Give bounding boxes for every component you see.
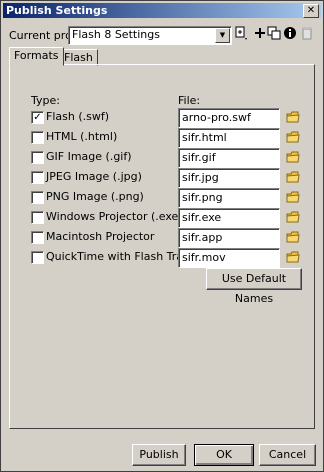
png-file-value: sifr.png (182, 191, 223, 204)
duplicate-profile-icon[interactable] (266, 25, 282, 43)
format-row-html: HTML (.html) sifr.html (1, 128, 324, 148)
profile-info-icon[interactable] (282, 25, 298, 43)
flash-file-input[interactable]: arno-pro.swf (178, 108, 280, 128)
folder-icon[interactable] (286, 170, 300, 184)
gif-file-value: sifr.gif (182, 151, 216, 164)
file-header: File: (178, 94, 201, 107)
gif-checkbox[interactable] (31, 151, 44, 164)
folder-icon[interactable] (286, 150, 300, 164)
windows-projector-label[interactable]: Windows Projector (.exe) (46, 210, 183, 224)
html-checkbox[interactable] (31, 131, 44, 144)
format-row-windows-projector: Windows Projector (.exe) sifr.exe (1, 208, 324, 228)
jpeg-label[interactable]: JPEG Image (.jpg) (46, 170, 142, 184)
mac-projector-label[interactable]: Macintosh Projector (46, 230, 154, 244)
folder-icon[interactable] (286, 250, 300, 264)
format-row-gif: GIF Image (.gif) sifr.gif (1, 148, 324, 168)
delete-profile-icon[interactable] (299, 25, 315, 43)
folder-icon[interactable] (286, 110, 300, 124)
png-file-input[interactable]: sifr.png (178, 188, 280, 208)
type-header: Type: (31, 94, 60, 107)
format-row-png: PNG Image (.png) sifr.png (1, 188, 324, 208)
html-label[interactable]: HTML (.html) (46, 130, 117, 144)
tab-formats[interactable]: Formats (9, 47, 64, 66)
publish-settings-dialog: Publish Settings ✕ Current profile: Flas… (0, 0, 324, 472)
publish-button[interactable]: Publish (132, 444, 186, 466)
mac-projector-file-input[interactable]: sifr.app (178, 228, 280, 248)
mac-projector-file-value: sifr.app (182, 231, 223, 244)
gif-file-input[interactable]: sifr.gif (178, 148, 280, 168)
chevron-down-icon[interactable]: ▼ (215, 28, 230, 43)
format-row-jpeg: JPEG Image (.jpg) sifr.jpg (1, 168, 324, 188)
format-row-quicktime: QuickTime with Flash Track (.mov) sifr.mo… (1, 248, 324, 268)
current-profile-value: Flash 8 Settings (72, 28, 160, 41)
flash-label[interactable]: Flash (.swf) (46, 110, 109, 124)
format-row-mac-projector: Macintosh Projector sifr.app (1, 228, 324, 248)
format-row-flash: ✓ Flash (.swf) arno-pro.swf (1, 108, 324, 128)
gif-label[interactable]: GIF Image (.gif) (46, 150, 132, 164)
html-file-input[interactable]: sifr.html (178, 128, 280, 148)
flash-file-value: arno-pro.swf (182, 111, 251, 124)
current-profile-select[interactable]: Flash 8 Settings ▼ (68, 26, 232, 45)
png-label[interactable]: PNG Image (.png) (46, 190, 144, 204)
use-default-names-button[interactable]: Use Default Names (206, 268, 302, 305)
quicktime-file-value: sifr.mov (182, 251, 226, 264)
cancel-button[interactable]: Cancel (259, 444, 316, 466)
title-bar[interactable]: Publish Settings ✕ (3, 3, 321, 18)
jpeg-file-input[interactable]: sifr.jpg (178, 168, 280, 188)
flash-checkbox[interactable]: ✓ (31, 111, 44, 124)
windows-projector-file-value: sifr.exe (182, 211, 222, 224)
jpeg-checkbox[interactable] (31, 171, 44, 184)
quicktime-checkbox[interactable] (31, 251, 44, 264)
window-title: Publish Settings (6, 4, 108, 17)
windows-projector-file-input[interactable]: sifr.exe (178, 208, 280, 228)
quicktime-file-input[interactable]: sifr.mov (178, 248, 280, 268)
folder-icon[interactable] (286, 210, 300, 224)
ok-button[interactable]: OK (194, 444, 254, 466)
folder-icon[interactable] (286, 230, 300, 244)
jpeg-file-value: sifr.jpg (182, 171, 219, 184)
folder-icon[interactable] (286, 190, 300, 204)
close-button[interactable]: ✕ (303, 4, 319, 18)
mac-projector-checkbox[interactable] (31, 231, 44, 244)
png-checkbox[interactable] (31, 191, 44, 204)
html-file-value: sifr.html (182, 131, 227, 144)
folder-icon[interactable] (286, 130, 300, 144)
windows-projector-checkbox[interactable] (31, 211, 44, 224)
import-export-icon[interactable] (233, 25, 249, 43)
